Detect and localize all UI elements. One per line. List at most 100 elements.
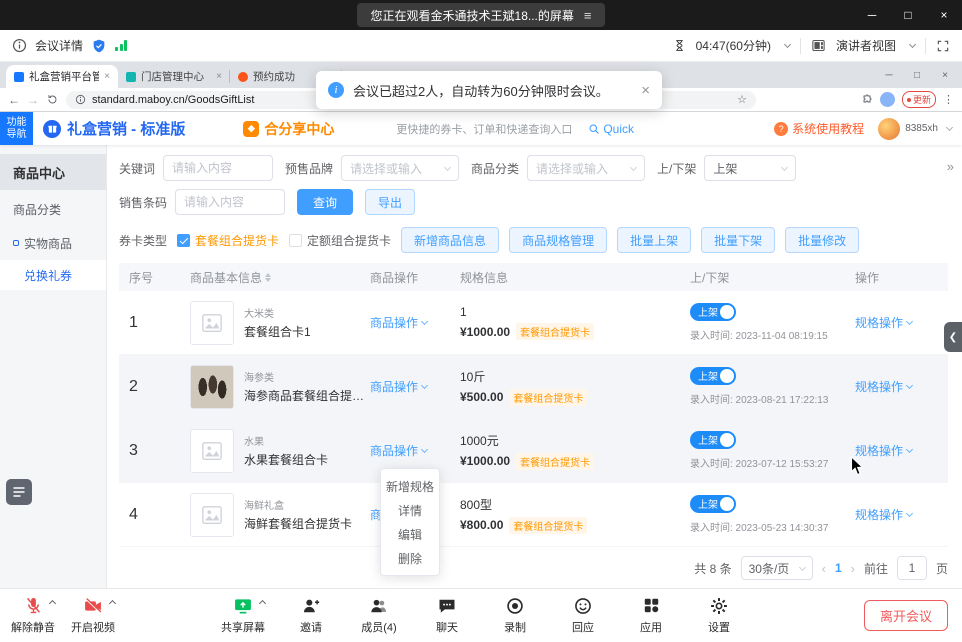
share-options-caret-icon[interactable]: [259, 600, 266, 607]
user-menu[interactable]: 8385xh: [878, 118, 952, 140]
extensions-icon[interactable]: [861, 94, 873, 106]
share-screen-button[interactable]: 共享屏幕: [220, 595, 266, 635]
image-icon: [201, 440, 223, 462]
tutorial-link[interactable]: ? 系统使用教程: [774, 120, 864, 137]
sort-icon[interactable]: [265, 273, 271, 282]
price: ¥800.00: [460, 518, 503, 532]
tab-close-icon[interactable]: ×: [216, 71, 222, 82]
forward-icon[interactable]: →: [27, 93, 39, 107]
column-header-no: 序号: [119, 269, 190, 286]
browser-close-button[interactable]: ×: [932, 70, 958, 81]
settings-button[interactable]: 设置: [696, 595, 742, 635]
onshelf-toggle[interactable]: 上架: [690, 303, 736, 321]
onshelf-toggle[interactable]: 上架: [690, 431, 736, 449]
batch-onshelf-button[interactable]: 批量上架: [617, 227, 691, 253]
unmute-button[interactable]: 解除静音: [10, 595, 56, 635]
product-op-dropdown[interactable]: 商品操作: [370, 314, 427, 331]
product-op-dropdown[interactable]: 商品操作: [370, 378, 427, 395]
leave-meeting-button[interactable]: 离开会议: [864, 600, 948, 631]
sidebar-item-physical-goods[interactable]: 实物商品: [0, 228, 106, 258]
product-op-dropdown-open[interactable]: 商品操作: [370, 442, 427, 459]
menu-item-delete[interactable]: 删除: [381, 546, 439, 570]
browser-tab-store-admin[interactable]: 门店管理中心 ×: [118, 65, 230, 88]
page-size-select[interactable]: 30条/页: [741, 556, 813, 580]
expand-panel-handle[interactable]: ❮: [944, 322, 962, 352]
spec-manage-button[interactable]: 商品规格管理: [509, 227, 607, 253]
checkbox-fixed-card[interactable]: 定额组合提货卡: [289, 232, 391, 249]
browser-menu-icon[interactable]: ⋮: [943, 93, 954, 106]
column-header-op: 商品操作: [370, 269, 460, 286]
share-screen-icon: [233, 595, 253, 616]
chat-button[interactable]: 聊天: [424, 595, 470, 635]
search-button[interactable]: 查询: [297, 189, 353, 215]
browser-maximize-button[interactable]: □: [904, 70, 930, 81]
spec-op-dropdown[interactable]: 规格操作: [855, 442, 912, 459]
start-video-button[interactable]: 开启视频: [70, 595, 116, 635]
add-product-button[interactable]: 新增商品信息: [401, 227, 499, 253]
video-options-caret-icon[interactable]: [109, 600, 116, 607]
meeting-details-label[interactable]: 会议详情: [35, 37, 83, 54]
share-center-link[interactable]: ◆ 合分享中心: [243, 119, 334, 139]
quick-search-link[interactable]: Quick: [588, 122, 634, 136]
view-mode-label[interactable]: 演讲者视图: [836, 37, 896, 54]
refresh-icon[interactable]: [46, 93, 59, 106]
fullscreen-icon[interactable]: [936, 39, 950, 53]
security-shield-icon[interactable]: [91, 38, 107, 54]
column-header-info[interactable]: 商品基本信息: [190, 269, 370, 286]
menu-item-edit[interactable]: 编辑: [381, 522, 439, 546]
next-page-icon[interactable]: ›: [851, 561, 855, 576]
apps-button[interactable]: 应用: [628, 595, 674, 635]
invite-button[interactable]: 邀请: [288, 595, 334, 635]
category-select[interactable]: 请选择或输入: [527, 155, 645, 181]
collapse-panel-icon[interactable]: »: [947, 159, 954, 174]
list-icon: [12, 485, 26, 499]
sidebar-item-product-category[interactable]: 商品分类: [0, 194, 106, 224]
sidebar-item-gift-coupon[interactable]: 兑换礼券: [0, 260, 106, 290]
webapp: 功能 导航 礼盒营销 - 标准版 ◆ 合分享中心 更快捷的券卡、订单和快递查询入…: [0, 112, 962, 588]
onshelf-toggle[interactable]: 上架: [690, 495, 736, 513]
tab-close-icon[interactable]: ×: [104, 71, 110, 82]
spec-op-dropdown[interactable]: 规格操作: [855, 314, 912, 331]
view-dropdown-icon[interactable]: [909, 41, 916, 48]
export-button[interactable]: 导出: [365, 189, 415, 215]
reactions-button[interactable]: 回应: [560, 595, 606, 635]
card-type-tag: 套餐组合提货卡: [516, 453, 594, 470]
goto-page-input[interactable]: [897, 556, 927, 580]
site-info-icon[interactable]: [75, 94, 86, 105]
hamburger-menu-icon[interactable]: ≡: [584, 8, 592, 23]
browser-tab-gift-admin[interactable]: 礼盒营销平台管理中心 ×: [6, 65, 118, 88]
maximize-button[interactable]: □: [890, 0, 926, 30]
batch-offshelf-button[interactable]: 批量下架: [701, 227, 775, 253]
function-nav-button[interactable]: 功能 导航: [0, 112, 33, 145]
product-category: 水果: [244, 433, 328, 448]
onshelf-toggle[interactable]: 上架: [690, 367, 736, 385]
browser-profile-avatar[interactable]: [880, 92, 895, 107]
members-button[interactable]: 成员(4): [356, 595, 402, 635]
timer-dropdown-icon[interactable]: [784, 41, 791, 48]
spec-op-dropdown[interactable]: 规格操作: [855, 506, 912, 523]
record-button[interactable]: 录制: [492, 595, 538, 635]
menu-item-detail[interactable]: 详情: [381, 498, 439, 522]
brand-select[interactable]: 请选择或输入: [341, 155, 459, 181]
spec-op-dropdown[interactable]: 规格操作: [855, 378, 912, 395]
back-icon[interactable]: ←: [8, 93, 20, 107]
product-op-context-menu: 新增规格 详情 编辑 删除: [380, 468, 440, 576]
task-list-float-button[interactable]: [6, 479, 32, 505]
shelf-select[interactable]: 上架: [704, 155, 796, 181]
batch-edit-button[interactable]: 批量修改: [785, 227, 859, 253]
keyword-input[interactable]: [163, 155, 273, 181]
window-titlebar: 您正在观看金禾通技术王斌18...的屏幕 ≡ ─ □ ×: [0, 0, 962, 30]
bookmark-star-icon[interactable]: ☆: [737, 93, 747, 106]
mic-options-caret-icon[interactable]: [49, 600, 56, 607]
menu-item-add-spec[interactable]: 新增规格: [381, 474, 439, 498]
close-button[interactable]: ×: [926, 0, 962, 30]
minimize-button[interactable]: ─: [854, 0, 890, 30]
screen-watching-pill[interactable]: 您正在观看金禾通技术王斌18...的屏幕 ≡: [357, 3, 606, 27]
barcode-input[interactable]: [175, 189, 285, 215]
browser-update-badge[interactable]: 更新: [902, 91, 936, 108]
current-page[interactable]: 1: [835, 561, 842, 575]
checkbox-combo-card[interactable]: 套餐组合提货卡: [177, 232, 279, 249]
prev-page-icon[interactable]: ‹: [822, 561, 826, 576]
notification-close-icon[interactable]: ×: [641, 82, 650, 99]
browser-minimize-button[interactable]: ─: [876, 70, 902, 81]
